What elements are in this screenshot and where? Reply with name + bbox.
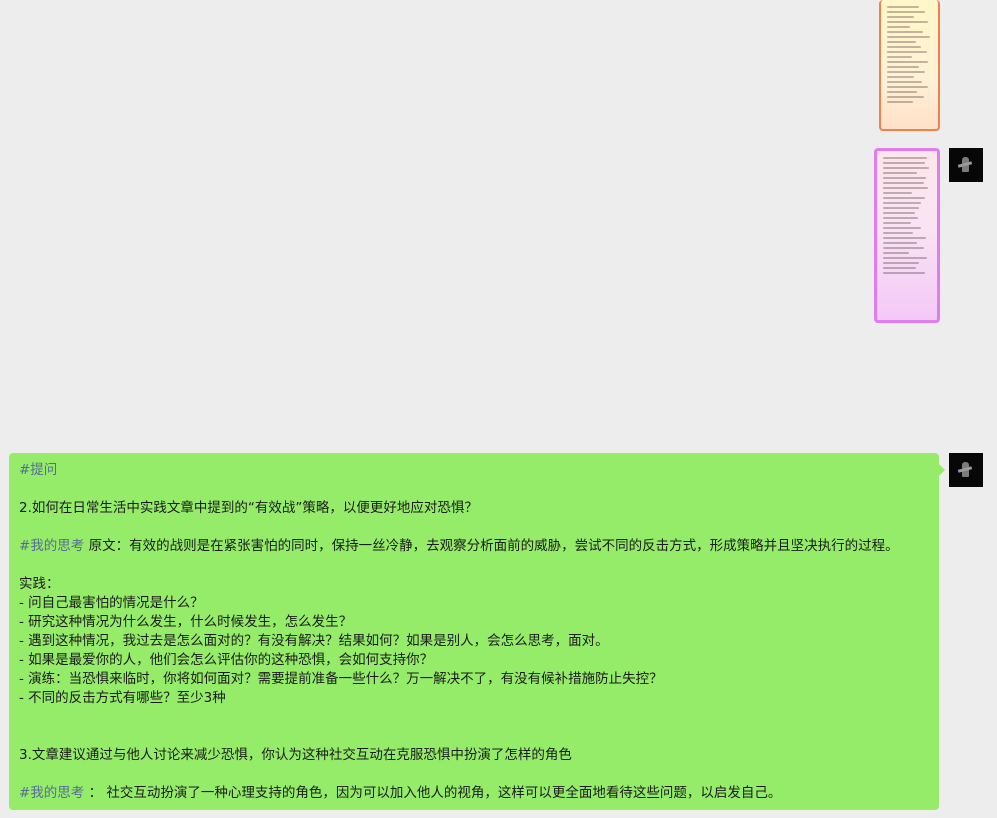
practice-item: - 不同的反击方式有哪些？至少3种 <box>19 690 226 706</box>
avatar-figure-icon <box>962 157 969 172</box>
shared-image-pink[interactable] <box>874 148 940 323</box>
message-bubble[interactable]: #提问 2.如何在日常生活中实践文章中提到的“有效战”策略，以便更好地应对恐惧？… <box>9 453 945 810</box>
practice-item: - 遇到这种情况，我过去是怎么面对的？有没有解决？结果如何？如果是别人，会怎么思… <box>19 633 609 649</box>
answer-3-text: ： 社交互动扮演了一种心理支持的角色，因为可以加入他人的视角，这样可以更全面地看… <box>84 785 782 801</box>
question-3-text: 3.文章建议通过与他人讨论来减少恐惧，你认为这种社交互动在克服恐惧中扮演了怎样的… <box>19 747 572 763</box>
avatar-figure-icon <box>962 462 969 477</box>
question-2-text: 2.如何在日常生活中实践文章中提到的“有效战”策略，以便更好地应对恐惧？ <box>19 500 478 516</box>
avatar[interactable] <box>949 453 983 487</box>
avatar[interactable] <box>949 148 983 182</box>
practice-title: 实践： <box>19 576 60 592</box>
practice-item: - 演练：当恐惧来临时，你将如何面对？需要提前准备一些什么？万一解决不了，有没有… <box>19 671 663 687</box>
question-tag-link[interactable]: #提问 <box>19 462 57 478</box>
practice-item: - 研究这种情况为什么发生，什么时候发生，怎么发生？ <box>19 614 353 630</box>
answer-2-text: 原文：有效的战则是在紧张害怕的同时，保持一丝冷静，去观察分析面前的威胁，尝试不同… <box>84 538 899 554</box>
practice-item: - 如果是最爱你的人，他们会怎么评估你的这种恐惧，会如何支持你？ <box>19 652 434 668</box>
thinking-tag-link[interactable]: #我的思考 <box>19 785 84 801</box>
thinking-tag-link[interactable]: #我的思考 <box>19 538 84 554</box>
shared-image-orange[interactable] <box>879 0 940 131</box>
practice-item: - 问自己最害怕的情况是什么？ <box>19 595 204 611</box>
